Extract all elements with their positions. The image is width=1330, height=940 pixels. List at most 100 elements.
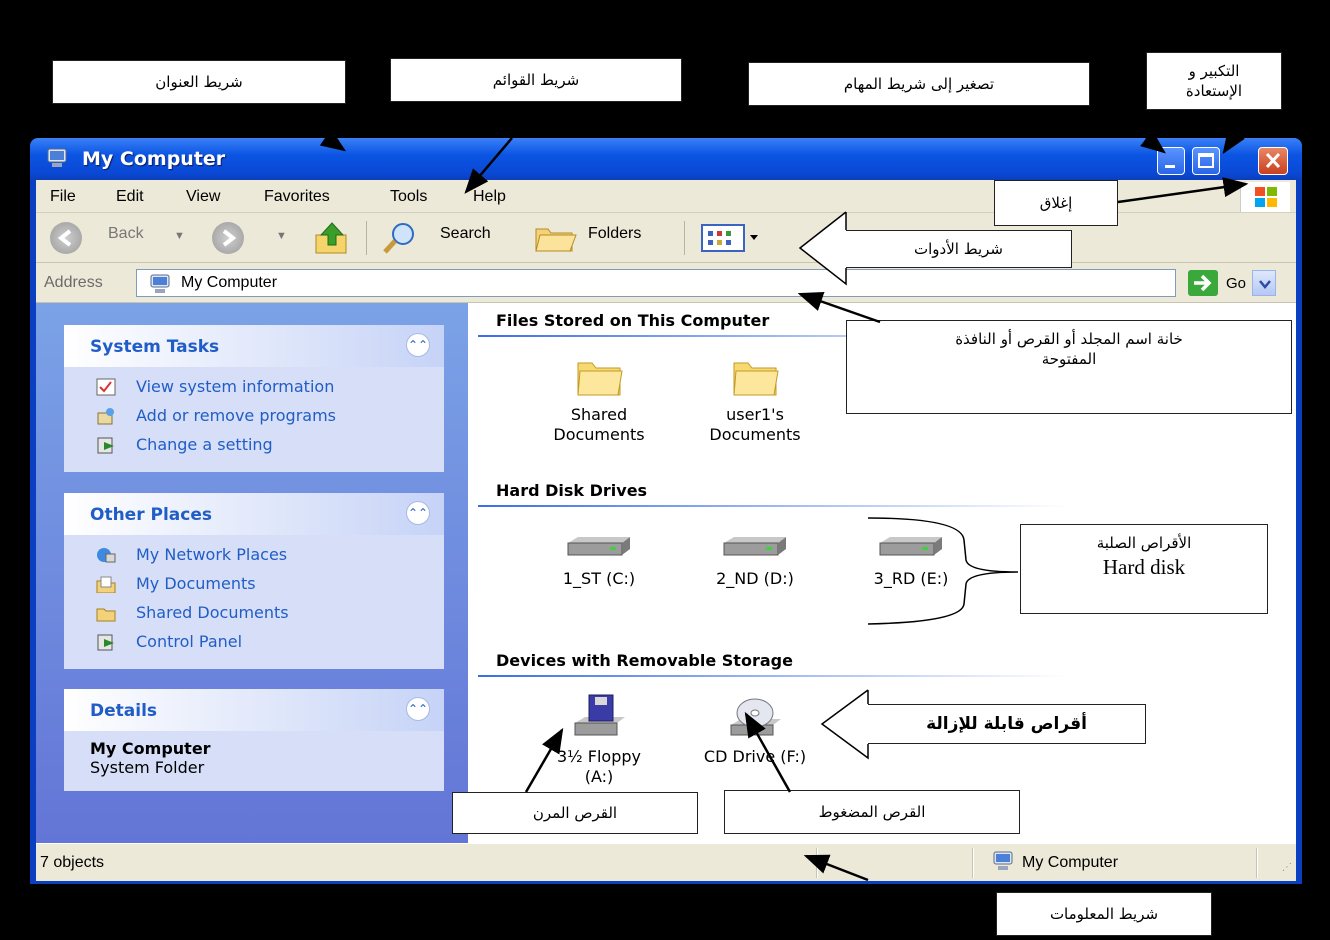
collapse-icon[interactable]: ⌃⌃ <box>406 697 430 721</box>
back-dropdown-icon[interactable]: ▼ <box>174 230 185 242</box>
item-drive-c[interactable]: 1_ST (C:) <box>534 533 664 589</box>
hard-disk-icon <box>567 537 630 556</box>
group-divider <box>478 505 1068 507</box>
item-drive-e[interactable]: 3_RD (E:) <box>846 533 976 589</box>
menu-view[interactable]: View <box>186 188 220 206</box>
details-header[interactable]: Details ⌃⌃ <box>64 689 444 731</box>
title-bar[interactable]: My Computer <box>30 138 1302 180</box>
task-add-remove-programs[interactable]: Add or remove programs <box>90 404 444 433</box>
go-arrow-icon[interactable] <box>1188 270 1218 296</box>
group-removable-title: Devices with Removable Storage <box>496 651 793 670</box>
system-tasks-title: System Tasks <box>90 337 220 357</box>
resize-grip-icon[interactable]: ⋰ <box>1282 862 1292 873</box>
item-label: 3½ Floppy <box>557 747 641 766</box>
menu-favorites[interactable]: Favorites <box>264 188 330 206</box>
item-user1-documents[interactable]: user1's Documents <box>690 355 820 445</box>
address-value: My Computer <box>181 274 278 291</box>
folder-icon <box>96 608 116 622</box>
item-label: Shared <box>570 405 628 424</box>
search-icon[interactable] <box>380 219 420 257</box>
my-computer-icon <box>993 851 1013 870</box>
callout-close: إغلاق <box>994 180 1118 226</box>
place-my-network-places[interactable]: My Network Places <box>90 543 444 572</box>
system-info-icon <box>96 378 116 396</box>
folder-icon <box>577 362 623 396</box>
details-name: My Computer <box>90 739 211 758</box>
callout-floppy: القرص المرن <box>452 792 698 834</box>
cd-drive-icon <box>730 698 781 736</box>
menu-edit[interactable]: Edit <box>116 188 144 206</box>
control-panel-icon <box>97 634 114 651</box>
place-my-documents[interactable]: My Documents <box>90 572 444 601</box>
details-subtitle: System Folder <box>90 758 205 777</box>
back-arrow-icon[interactable] <box>50 222 82 254</box>
task-view-system-info[interactable]: View system information <box>90 375 444 404</box>
item-label: 3_RD (E:) <box>873 569 949 588</box>
item-shared-documents[interactable]: Shared Documents <box>534 355 664 445</box>
forward-arrow-icon[interactable] <box>212 222 244 254</box>
callout-hard-disk: الأقراص الصلبة Hard disk <box>1020 524 1268 614</box>
window-title: My Computer <box>82 148 226 170</box>
item-cd-drive-f[interactable]: CD Drive (F:) <box>690 693 820 767</box>
menu-help[interactable]: Help <box>473 188 506 206</box>
search-button[interactable]: Search <box>440 225 491 243</box>
task-label: Change a setting <box>136 435 273 454</box>
callout-text: Hard disk <box>1102 555 1186 580</box>
address-field[interactable]: My Computer <box>136 269 1276 297</box>
group-hdd-title: Hard Disk Drives <box>496 481 648 500</box>
callout-text: المفتوحة <box>1041 350 1097 369</box>
task-label: View system information <box>136 377 335 396</box>
callout-minimize: تصغير إلى شريط المهام <box>748 62 1090 106</box>
network-places-icon <box>97 548 116 563</box>
callout-menu-bar: شريط القوائم <box>390 58 682 102</box>
callout-removable: أقراص قابلة للإزالة <box>868 704 1146 744</box>
item-floppy-a[interactable]: 3½ Floppy (A:) <box>534 693 664 787</box>
task-change-setting[interactable]: Change a setting <box>90 433 444 462</box>
place-control-panel[interactable]: Control Panel <box>90 630 444 659</box>
minimize-button[interactable] <box>1157 147 1185 175</box>
close-button[interactable] <box>1258 147 1288 175</box>
collapse-icon[interactable]: ⌃⌃ <box>406 501 430 525</box>
views-icon[interactable] <box>700 223 766 253</box>
callout-toolbar: شريط الأدوات <box>846 230 1072 268</box>
item-label: 2_ND (D:) <box>716 569 794 588</box>
go-button[interactable]: Go <box>1226 275 1246 292</box>
other-places-title: Other Places <box>90 505 212 525</box>
place-label: Control Panel <box>136 632 243 651</box>
other-places-header[interactable]: Other Places ⌃⌃ <box>64 493 444 535</box>
up-folder-icon[interactable] <box>312 221 352 257</box>
folders-icon[interactable] <box>532 221 580 255</box>
floppy-drive-icon <box>574 694 625 736</box>
windows-logo-icon <box>1240 182 1290 212</box>
menu-tools[interactable]: Tools <box>390 188 427 206</box>
forward-dropdown-icon[interactable]: ▼ <box>276 230 287 242</box>
item-drive-d[interactable]: 2_ND (D:) <box>690 533 820 589</box>
back-button[interactable]: Back <box>108 225 144 243</box>
other-places-panel: Other Places ⌃⌃ My Network Places My Doc… <box>64 493 444 669</box>
address-dropdown-button[interactable] <box>1252 270 1276 296</box>
item-label: user1's <box>726 405 784 424</box>
callout-status-bar: شريط المعلومات <box>996 892 1212 936</box>
item-label: CD Drive (F:) <box>703 747 807 766</box>
item-label: 1_ST (C:) <box>562 569 636 588</box>
group-files-title: Files Stored on This Computer <box>496 311 770 330</box>
place-label: Shared Documents <box>136 603 289 622</box>
menu-file[interactable]: File <box>50 188 76 206</box>
address-label: Address <box>44 274 103 291</box>
system-tasks-panel: System Tasks ⌃⌃ View system information … <box>64 325 444 472</box>
my-documents-icon <box>96 576 116 593</box>
details-title: Details <box>90 701 158 721</box>
place-shared-documents[interactable]: Shared Documents <box>90 601 444 630</box>
chevron-down-icon <box>1259 280 1271 289</box>
callout-address: خانة اسم المجلد أو القرص أو النافذة المف… <box>846 320 1292 414</box>
system-tasks-header[interactable]: System Tasks ⌃⌃ <box>64 325 444 367</box>
item-label: Documents <box>709 425 801 444</box>
callout-text: خانة اسم المجلد أو القرص أو النافذة <box>955 330 1183 348</box>
control-panel-icon <box>97 437 114 454</box>
callout-cd: القرص المضغوط <box>724 790 1020 834</box>
collapse-icon[interactable]: ⌃⌃ <box>406 333 430 357</box>
folders-button[interactable]: Folders <box>588 225 641 243</box>
place-label: My Documents <box>136 574 256 593</box>
maximize-button[interactable] <box>1192 147 1220 175</box>
explorer-window: My Computer File Edit View Favorites Too… <box>30 138 1302 884</box>
